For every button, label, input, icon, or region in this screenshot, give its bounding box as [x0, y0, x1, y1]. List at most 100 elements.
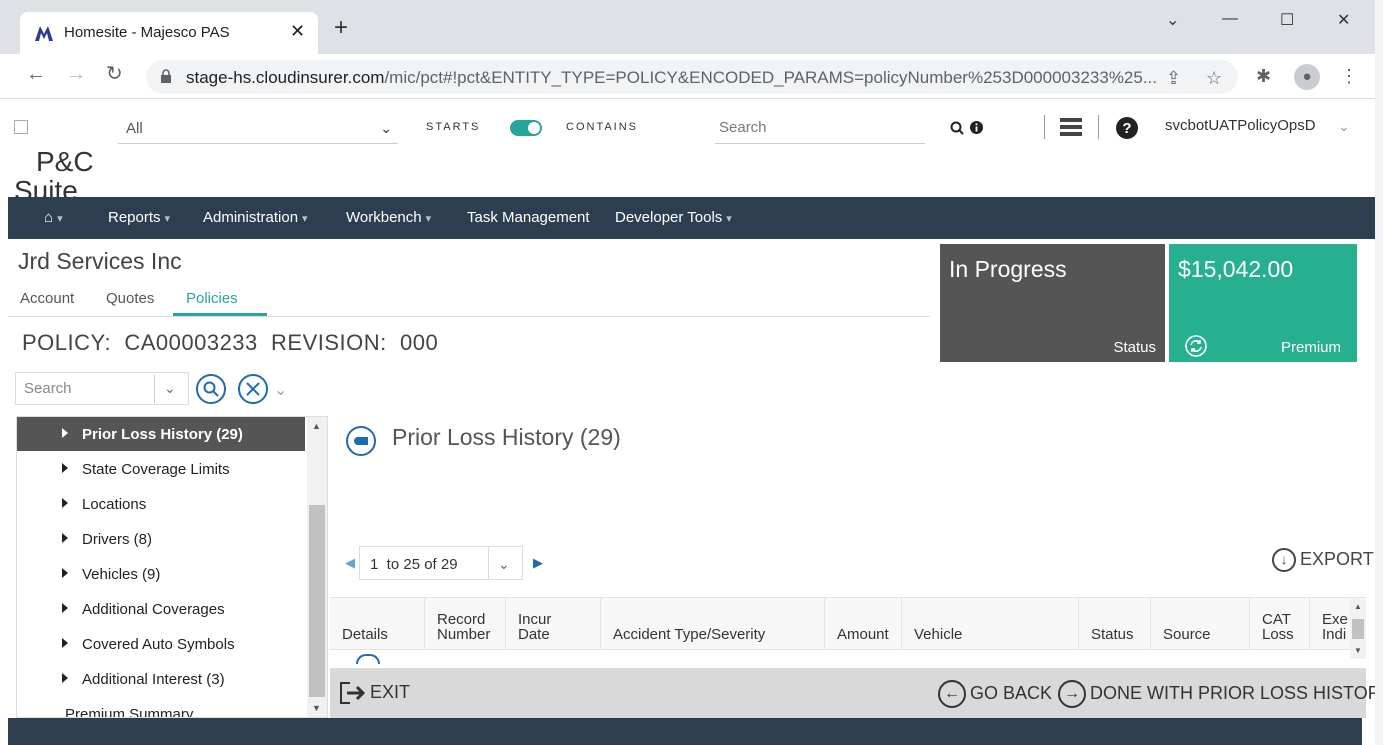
policy-label: POLICY: — [22, 330, 112, 355]
profile-avatar-icon[interactable]: ● — [1294, 64, 1320, 90]
chevron-down-icon[interactable]: ⌄ — [164, 380, 176, 397]
global-search-input[interactable] — [715, 112, 925, 144]
tree-item-premium-summary[interactable]: Premium Summary — [17, 697, 305, 718]
details-icon[interactable] — [356, 654, 380, 664]
new-tab-icon[interactable]: + — [334, 16, 348, 40]
tree-item-vehicles[interactable]: Vehicles (9) — [17, 557, 305, 591]
header-divider — [1044, 115, 1045, 139]
revision-number: 000 — [400, 330, 439, 355]
tree-item-label: Additional Interest (3) — [82, 671, 225, 688]
collapse-sidebar-button[interactable] — [346, 426, 376, 456]
tab-account[interactable]: Account — [20, 290, 74, 307]
nav-task-management[interactable]: Task Management — [467, 209, 590, 226]
tree-item-additional-coverages[interactable]: Additional Coverages — [17, 592, 305, 626]
nav-task-management-label: Task Management — [467, 209, 590, 226]
go-back-button[interactable]: ← GO BACK — [938, 680, 1052, 708]
account-name: Jrd Services Inc — [18, 248, 182, 274]
info-icon[interactable] — [970, 121, 983, 134]
sidebar-search-button[interactable] — [196, 374, 226, 404]
username-label[interactable]: svcbotUATPolicyOpsD — [1165, 117, 1316, 134]
column-header[interactable]: Status — [1079, 598, 1151, 650]
majesco-favicon-icon — [35, 26, 53, 41]
sidebar-search-input[interactable] — [16, 373, 154, 404]
tab-quotes[interactable]: Quotes — [106, 290, 154, 307]
chevron-down-icon: ⌄ — [380, 120, 392, 136]
column-header[interactable]: Record Number — [425, 598, 506, 650]
tree-item-prior-loss-history[interactable]: Prior Loss History (29) — [17, 417, 305, 451]
minimize-icon[interactable]: — — [1222, 10, 1238, 28]
expand-arrow-icon — [62, 638, 68, 648]
tree-item-label: Premium Summary — [65, 706, 194, 718]
next-page-arrow-icon[interactable]: ▶ — [533, 555, 543, 571]
done-with-prior-loss-history-button[interactable]: → DONE WITH PRIOR LOSS HISTORY — [1058, 680, 1375, 708]
column-header[interactable]: Incur Date — [506, 598, 601, 650]
tree-item-label: Locations — [82, 496, 147, 513]
table-scrollbar[interactable]: ▲ ▼ — [1350, 599, 1366, 659]
column-header[interactable]: CAT Loss — [1250, 598, 1310, 650]
active-tab-underline — [173, 313, 267, 316]
tree-item-additional-interest[interactable]: Additional Interest (3) — [17, 662, 305, 696]
tools-chevron-icon[interactable]: ⌄ — [274, 380, 287, 400]
column-label: Accident Type/Severity — [613, 626, 766, 643]
nav-reports[interactable]: Reports ▾ — [108, 209, 170, 226]
status-label: Status — [1113, 339, 1156, 356]
search-scope-select[interactable]: All ⌄ — [118, 112, 398, 144]
tree-scrollbar[interactable]: ▲ ▼ — [307, 417, 327, 717]
export-button[interactable]: ↓ EXPORT — [1272, 548, 1374, 572]
nav-administration[interactable]: Administration ▾ — [203, 209, 308, 226]
forward-arrow-icon[interactable]: → — [66, 64, 86, 84]
scrollbar-thumb[interactable] — [1352, 619, 1364, 639]
close-tab-icon[interactable]: ✕ — [290, 21, 305, 42]
nav-workbench[interactable]: Workbench ▾ — [346, 209, 431, 226]
scrollbar-thumb[interactable] — [309, 505, 325, 697]
column-header[interactable]: Accident Type/Severity — [601, 598, 825, 650]
close-window-icon[interactable]: ✕ — [1337, 10, 1350, 30]
browser-tab-title: Homesite - Majesco PAS — [64, 24, 230, 41]
lock-icon — [161, 69, 171, 83]
exit-button[interactable]: EXIT — [338, 680, 410, 706]
column-header[interactable]: Details — [330, 598, 425, 650]
column-header[interactable]: Amount — [825, 598, 902, 650]
pagination-select[interactable]: 1 to 25 of 29 ⌄ — [359, 546, 523, 580]
tab-search-chevron-icon[interactable]: ⌄ — [1166, 10, 1179, 30]
back-arrow-icon[interactable]: ← — [26, 64, 46, 84]
user-menu-chevron-icon[interactable]: ⌄ — [1338, 118, 1350, 135]
scroll-down-arrow-icon[interactable]: ▼ — [312, 703, 321, 713]
tree-item-drivers[interactable]: Drivers (8) — [17, 522, 305, 556]
expand-arrow-icon — [62, 673, 68, 683]
reload-icon[interactable]: ↻ — [106, 64, 123, 84]
tools-button[interactable] — [238, 374, 268, 404]
column-header[interactable]: Vehicle — [902, 598, 1079, 650]
scroll-up-arrow-icon[interactable]: ▲ — [312, 421, 321, 431]
home-icon: ⌂ — [44, 209, 54, 226]
header-divider — [1098, 115, 1099, 139]
scroll-up-arrow-icon[interactable]: ▲ — [1354, 602, 1362, 611]
bookmark-star-icon[interactable]: ☆ — [1206, 68, 1222, 89]
search-icon[interactable] — [950, 121, 964, 135]
chevron-down-icon: ▾ — [726, 213, 732, 225]
tree-item-covered-auto-symbols[interactable]: Covered Auto Symbols — [17, 627, 305, 661]
maximize-icon[interactable]: ☐ — [1280, 10, 1294, 30]
help-question-icon[interactable]: ? — [1116, 117, 1138, 139]
tree-item-state-coverage-limits[interactable]: State Coverage Limits — [17, 452, 305, 486]
share-icon[interactable]: ⇪ — [1166, 68, 1181, 89]
extensions-puzzle-icon[interactable]: ✱ — [1256, 66, 1271, 87]
address-bar[interactable]: stage-hs.cloudinsurer.com/mic/pct#!pct&E… — [146, 60, 1238, 94]
column-header[interactable]: Source — [1151, 598, 1250, 650]
broken-image-icon — [14, 120, 28, 134]
nav-developer-tools[interactable]: Developer Tools ▾ — [615, 209, 732, 226]
tools-cross-icon — [246, 382, 260, 396]
prev-page-arrow-icon[interactable]: ◀ — [345, 555, 355, 571]
server-stack-icon[interactable] — [1060, 118, 1082, 136]
tab-policies[interactable]: Policies — [186, 290, 238, 307]
starts-contains-toggle[interactable] — [510, 120, 542, 136]
tree-item-locations[interactable]: Locations — [17, 487, 305, 521]
scroll-down-arrow-icon[interactable]: ▼ — [1354, 646, 1362, 655]
column-header[interactable]: Exe Indi — [1310, 598, 1350, 650]
column-label: Source — [1163, 626, 1211, 643]
browser-tab[interactable]: Homesite - Majesco PAS ✕ — [20, 12, 318, 54]
nav-home[interactable]: ⌂ ▾ — [44, 209, 63, 226]
browser-menu-icon[interactable]: ⋮ — [1340, 66, 1358, 87]
tree-item-label: Prior Loss History (29) — [82, 426, 243, 443]
refresh-icon[interactable] — [1185, 335, 1207, 357]
